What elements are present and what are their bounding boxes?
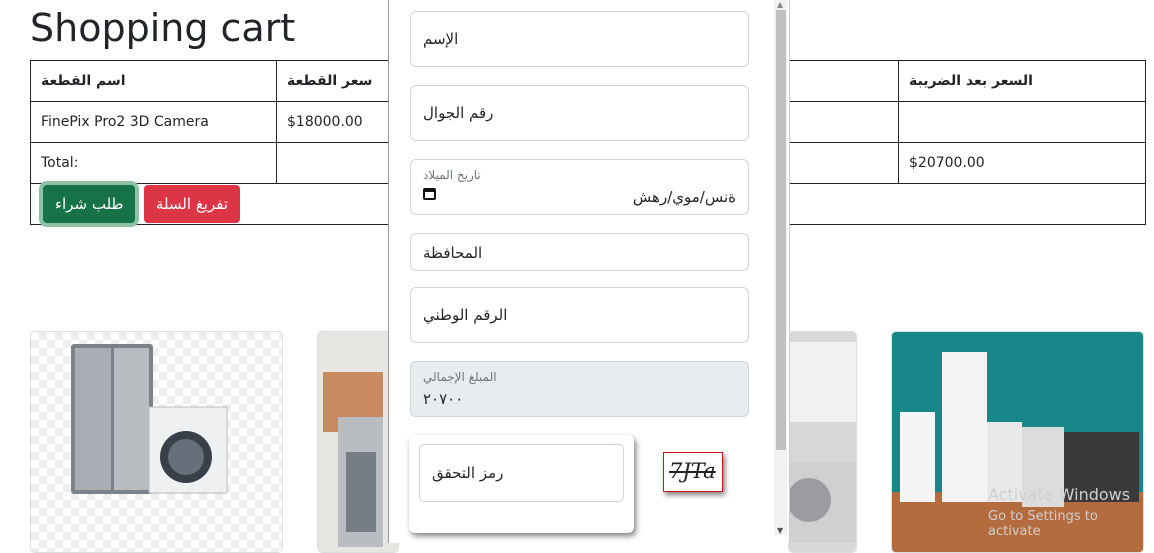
phone-placeholder: رقم الجوال <box>423 104 494 122</box>
page-title: Shopping cart <box>30 6 296 50</box>
captcha-code: 7JTa <box>669 459 716 483</box>
governorate-field[interactable]: المحافظة <box>410 233 749 271</box>
governorate-placeholder: المحافظة <box>423 244 483 262</box>
column-header-item-name: اسم القطعة <box>30 60 277 102</box>
birthdate-field[interactable]: تاريخ الميلاد ةنس/موي/رهش <box>410 159 749 215</box>
calendar-icon[interactable] <box>423 188 436 200</box>
product-card-ac[interactable] <box>788 331 857 553</box>
name-placeholder: الإسم <box>423 30 459 48</box>
product-image-ac <box>789 332 856 552</box>
total-amount-label: المبلغ الإجمالي <box>423 370 497 384</box>
total-amount-value: ٢٠٧٠٠ <box>423 390 464 408</box>
name-field[interactable]: الإسم <box>410 11 749 67</box>
captcha-input[interactable]: رمز التحقق <box>419 444 624 502</box>
phone-field[interactable]: رقم الجوال <box>410 85 749 141</box>
order-button[interactable]: طلب شراء <box>43 185 136 223</box>
scrollbar-thumb[interactable] <box>776 10 786 450</box>
total-label: Total: <box>30 142 277 184</box>
captcha-image: 7JTa <box>663 452 723 492</box>
total-value: $20700.00 <box>898 142 1146 184</box>
scroll-up-icon[interactable]: ▲ <box>777 0 783 9</box>
column-header-price-after-tax: السعر بعد الضريبة <box>898 60 1146 102</box>
product-image-kitchen <box>318 332 398 552</box>
birthdate-value: ةنس/موي/رهش <box>632 188 736 206</box>
product-card-kitchen[interactable] <box>317 331 399 553</box>
windows-watermark-subtitle: Go to Settings to activate <box>988 509 1098 539</box>
checkout-modal: الإسم رقم الجوال تاريخ الميلاد ةنس/موي/ر… <box>388 0 790 543</box>
empty-cart-button[interactable]: تفريغ السلة <box>143 185 241 223</box>
cell-item-name: FinePix Pro2 3D Camera <box>30 101 277 143</box>
national-id-field[interactable]: الرقم الوطني <box>410 287 749 343</box>
total-amount-field: المبلغ الإجمالي ٢٠٧٠٠ <box>410 361 749 417</box>
captcha-popup: رمز التحقق <box>409 435 634 533</box>
birthdate-label: تاريخ الميلاد <box>423 168 481 182</box>
modal-scrollbar[interactable]: ▲ ▼ <box>774 0 787 535</box>
captcha-placeholder: رمز التحقق <box>432 464 504 482</box>
product-card-fridge-washer[interactable] <box>30 331 283 553</box>
windows-watermark-title: Activate Windows <box>988 485 1131 504</box>
cell-price-after-tax <box>898 101 1146 143</box>
scroll-down-icon[interactable]: ▼ <box>777 526 783 535</box>
product-image-fridge-washer <box>71 344 228 494</box>
national-id-placeholder: الرقم الوطني <box>423 306 508 324</box>
